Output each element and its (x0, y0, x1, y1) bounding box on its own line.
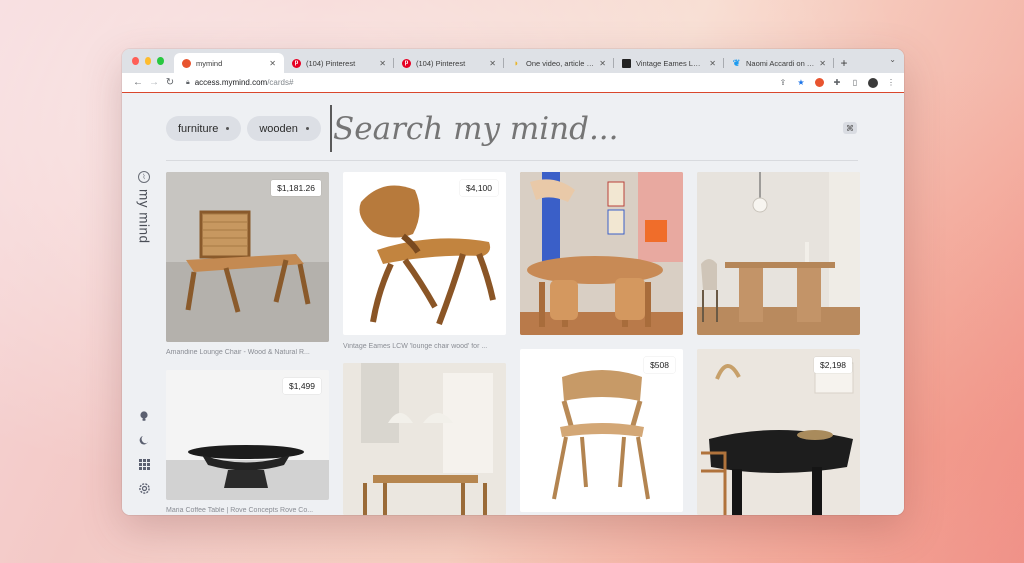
tab-title: Naomi Accardi on Twitte… (746, 58, 815, 68)
lock-icon: 🔒︎ (186, 78, 190, 86)
tab-one-video[interactable]: ◗ One video, article or sit… ✕ (504, 53, 614, 73)
url-domain: access.mymind.com (194, 78, 268, 87)
close-tab-icon[interactable]: ✕ (489, 59, 496, 68)
colorful-dining-room-photo (520, 172, 683, 335)
page-favicon-icon (622, 58, 631, 68)
mymind-logo-icon: ⌇ (138, 171, 150, 183)
mymind-page: furniture wooden ⌘ ⌇ my mind (122, 93, 904, 515)
extension-mymind-icon[interactable] (814, 78, 824, 88)
price-badge: $1,181.26 (271, 180, 321, 196)
new-tab-button[interactable]: + (834, 53, 854, 73)
url-path: /cards# (267, 78, 294, 87)
price-badge: $4,100 (460, 180, 498, 196)
forward-arrow-icon[interactable]: → (146, 77, 162, 88)
settings-gear-icon[interactable] (137, 481, 151, 495)
card-eames-chair[interactable]: $4,100 (343, 172, 506, 335)
tag-label: furniture (178, 122, 219, 135)
zoom-window-button[interactable] (157, 57, 165, 65)
close-tab-icon[interactable]: ✕ (379, 59, 386, 68)
tab-strip: mymind ✕ p (104) Pinterest ✕ p (104) Pin… (122, 49, 904, 73)
eames-chair-photo (359, 185, 496, 326)
lounge-chair-photo (166, 172, 329, 342)
dining-room-photo (343, 363, 506, 515)
banana-icon: ◗ (513, 58, 520, 68)
price-badge: $1,499 (283, 378, 321, 394)
minimize-window-button[interactable] (144, 57, 152, 65)
card-wooden-chair[interactable]: $508 (520, 349, 683, 512)
close-tab-icon[interactable]: ✕ (819, 59, 826, 68)
search-divider (166, 160, 858, 161)
browser-toolbar: ← → ↻ 🔒︎ access.mymind.com/cards# ⇪ ★ ✚ … (122, 73, 904, 93)
pinterest-icon: p (292, 58, 301, 68)
tab-vintage-eames[interactable]: Vintage Eames LCW 'lo… ✕ (614, 53, 724, 73)
price-badge: $508 (644, 357, 675, 373)
close-window-button[interactable] (132, 57, 139, 65)
card-caption: Amandine Lounge Chair - Wood & Natural R… (166, 349, 310, 356)
reload-icon[interactable]: ↻ (162, 77, 178, 88)
price-badge: $2,198 (814, 357, 852, 373)
card-coffee-table[interactable]: $1,499 (166, 370, 329, 500)
twitter-icon: ❦ (732, 57, 741, 68)
tab-twitter[interactable]: ❦ Naomi Accardi on Twitte… ✕ (724, 53, 834, 73)
browser-menu-icon[interactable]: ⋮ (886, 78, 896, 88)
dining-table-pendant-photo (697, 172, 860, 335)
extensions-puzzle-icon[interactable]: ✚ (832, 78, 842, 88)
grid-icon[interactable] (137, 457, 151, 471)
tag-label: wooden (259, 122, 298, 135)
back-arrow-icon[interactable]: ← (130, 77, 146, 88)
mymind-favicon-icon (182, 58, 191, 68)
close-tab-icon[interactable]: ✕ (269, 59, 276, 68)
brand[interactable]: ⌇ my mind (136, 171, 152, 244)
profile-avatar-icon[interactable] (868, 77, 878, 88)
card-dining-table[interactable] (697, 172, 860, 335)
card-caption: Maria Coffee Table | Rove Concepts Rove … (166, 507, 314, 514)
browser-window: mymind ✕ p (104) Pinterest ✕ p (104) Pin… (122, 49, 904, 515)
tab-separator (833, 58, 834, 68)
card-colorful-dining[interactable] (520, 172, 683, 335)
share-icon[interactable]: ⇪ (778, 78, 788, 88)
close-tab-icon[interactable]: ✕ (599, 59, 606, 68)
black-dining-table-photo (697, 349, 860, 515)
tab-pinterest-2[interactable]: p (104) Pinterest ✕ (394, 53, 504, 73)
card-caption: Vintage Eames LCW 'lounge chair wood' fo… (343, 343, 488, 350)
window-controls (122, 49, 174, 73)
card-lounge-chair[interactable]: $1,181.26 (166, 172, 329, 342)
bookmark-star-icon[interactable]: ★ (796, 78, 806, 88)
side-panel-icon[interactable]: ▯ (850, 78, 860, 88)
command-key-icon[interactable]: ⌘ (843, 122, 857, 134)
search-input[interactable] (332, 105, 842, 152)
tab-title: Vintage Eames LCW 'lo… (636, 58, 706, 68)
tab-title: mymind (196, 58, 223, 68)
lightbulb-icon[interactable] (137, 409, 151, 423)
address-bar[interactable]: 🔒︎ access.mymind.com/cards# (186, 78, 778, 87)
card-dining-room[interactable] (343, 363, 506, 515)
card-black-dining-table[interactable]: $2,198 (697, 349, 860, 515)
tab-search-chevron-icon[interactable]: ⌄ (889, 55, 896, 64)
tab-pinterest-1[interactable]: p (104) Pinterest ✕ (284, 53, 394, 73)
close-tab-icon[interactable]: ✕ (709, 59, 716, 68)
tab-title: (104) Pinterest (306, 58, 356, 68)
moon-icon[interactable] (137, 433, 151, 447)
tag-remove-icon[interactable] (226, 127, 230, 130)
search-tags: furniture wooden (166, 116, 321, 141)
tag-remove-icon[interactable] (305, 127, 309, 130)
tab-title: (104) Pinterest (416, 58, 466, 68)
tab-title: One video, article or sit… (526, 58, 595, 68)
sidebar-actions (136, 409, 152, 495)
pinterest-icon: p (402, 58, 411, 68)
tag-wooden[interactable]: wooden (247, 116, 321, 141)
toolbar-actions: ⇪ ★ ✚ ▯ ⋮ (778, 77, 896, 88)
tab-mymind[interactable]: mymind ✕ (174, 53, 284, 73)
wooden-chair-photo (552, 370, 650, 500)
tag-furniture[interactable]: furniture (166, 116, 242, 141)
brand-name: my mind (136, 189, 152, 244)
